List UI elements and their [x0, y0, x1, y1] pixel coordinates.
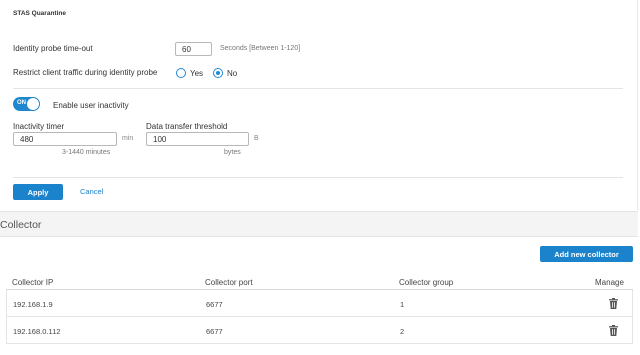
section-title: Collector — [0, 219, 42, 231]
threshold-hint: bytes — [224, 149, 241, 156]
radio-circle — [176, 68, 186, 78]
trash-icon[interactable] — [609, 298, 618, 309]
cell-group: 1 — [400, 300, 405, 309]
apply-button[interactable]: Apply — [13, 184, 63, 200]
column-header-group: Collector group — [399, 278, 454, 287]
add-collector-button[interactable]: Add new collector — [540, 246, 633, 262]
inactivity-timer-label: Inactivity timer — [13, 122, 65, 131]
timer-hint: 3-1440 minutes — [62, 149, 111, 156]
threshold-label: Data transfer threshold — [146, 122, 228, 131]
threshold-unit: B — [254, 135, 259, 142]
restrict-yes-radio[interactable]: Yes — [176, 68, 203, 78]
collector-table: Collector IP Collector port Collector gr… — [6, 275, 633, 344]
cell-ip: 192.168.1.9 — [13, 300, 53, 309]
inactivity-timer-input[interactable] — [13, 132, 117, 146]
table-row: 192.168.0.112 6677 2 — [6, 317, 633, 344]
cell-port: 6677 — [206, 300, 223, 309]
user-inactivity-toggle[interactable]: ON — [13, 97, 40, 111]
enable-inactivity-label: Enable user inactivity — [53, 101, 129, 110]
table-row: 192.168.1.9 6677 1 — [6, 290, 633, 317]
cancel-button[interactable]: Cancel — [80, 187, 103, 196]
column-header-manage: Manage — [595, 278, 624, 287]
collector-section-header: Collector — [0, 211, 638, 237]
restrict-no-radio[interactable]: No — [213, 68, 237, 78]
stas-quarantine-panel: STAS Quarantine Identity probe time-out … — [0, 0, 638, 210]
trash-icon[interactable] — [609, 325, 618, 336]
column-header-port: Collector port — [205, 278, 253, 287]
divider — [13, 177, 623, 178]
probe-timeout-label: Identity probe time-out — [13, 44, 93, 53]
panel-title: STAS Quarantine — [13, 10, 66, 17]
toggle-knob — [27, 98, 39, 110]
toggle-state-label: ON — [17, 100, 26, 106]
restrict-traffic-label: Restrict client traffic during identity … — [13, 68, 158, 77]
radio-circle-selected — [213, 68, 223, 78]
probe-timeout-input[interactable] — [175, 42, 212, 56]
radio-label: No — [227, 68, 238, 78]
divider — [13, 88, 623, 89]
table-header: Collector IP Collector port Collector gr… — [6, 275, 633, 290]
radio-label: Yes — [190, 68, 204, 78]
probe-timeout-hint: Seconds [Between 1-120] — [220, 45, 301, 52]
cell-ip: 192.168.0.112 — [13, 327, 61, 336]
timer-unit: min — [122, 135, 134, 142]
column-header-ip: Collector IP — [12, 278, 54, 287]
cell-port: 6677 — [206, 327, 223, 336]
threshold-input[interactable] — [146, 132, 249, 146]
cell-group: 2 — [400, 327, 405, 336]
